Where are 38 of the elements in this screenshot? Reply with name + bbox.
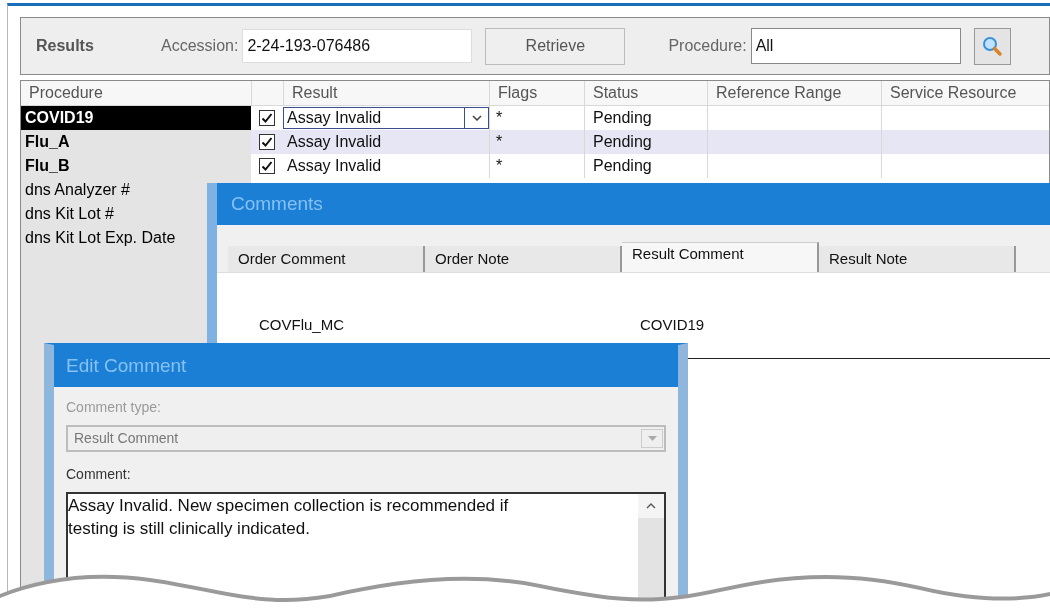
scroll-up-icon[interactable] (646, 503, 656, 509)
status-cell-text: Pending (593, 108, 652, 128)
comment-entry-name: COVFlu_MC (258, 315, 345, 336)
accession-field[interactable]: 2-24-193-076486 (242, 29, 473, 63)
procedure-field[interactable]: All (750, 28, 961, 64)
result-cell-text: Assay Invalid (286, 132, 382, 152)
comment-label: Comment: (66, 465, 132, 484)
tab[interactable]: Order Note (425, 246, 622, 272)
result-dropdown[interactable]: Assay Invalid (283, 107, 489, 129)
search-icon (981, 35, 1004, 57)
status-cell-text: Pending (593, 156, 652, 176)
caret-icon (471, 115, 482, 121)
procedure-cell[interactable]: Flu_A (21, 130, 251, 154)
checkbox[interactable] (259, 158, 275, 174)
tab[interactable]: Result Comment (622, 242, 819, 272)
result-cell-text: Assay Invalid (286, 156, 382, 176)
flags-cell-text: * (496, 132, 503, 152)
tab[interactable]: Order Comment (228, 246, 425, 272)
procedure-label: Procedure: (668, 36, 747, 56)
flags-cell-text: * (496, 108, 503, 128)
caret-icon (647, 436, 657, 441)
checkbox[interactable] (259, 110, 275, 126)
table-row[interactable]: Flu_A Assay Invalid * Pending (21, 130, 1049, 154)
procedure-cell[interactable]: Flu_B (21, 154, 251, 178)
dialog-title: Edit Comment (66, 353, 187, 378)
comment-entry-procedure: COVID19 (640, 315, 705, 336)
status-cell-text: Pending (593, 132, 652, 152)
flags-cell-text: * (496, 156, 503, 176)
table-row[interactable]: COVID19 Assay Invalid * Pending (21, 106, 1049, 130)
tab[interactable]: Result Note (819, 246, 1016, 272)
retrieve-button[interactable]: Retrieve (485, 27, 626, 65)
search-button[interactable] (973, 27, 1011, 65)
table-row[interactable]: Flu_B Assay Invalid * Pending (21, 154, 1049, 178)
section-title: Results (36, 36, 95, 56)
accession-label: Accession: (161, 36, 239, 56)
checkbox[interactable] (259, 134, 275, 150)
procedure-cell[interactable]: COVID19 (21, 106, 251, 130)
comment-type-label: Comment type: (66, 398, 162, 417)
